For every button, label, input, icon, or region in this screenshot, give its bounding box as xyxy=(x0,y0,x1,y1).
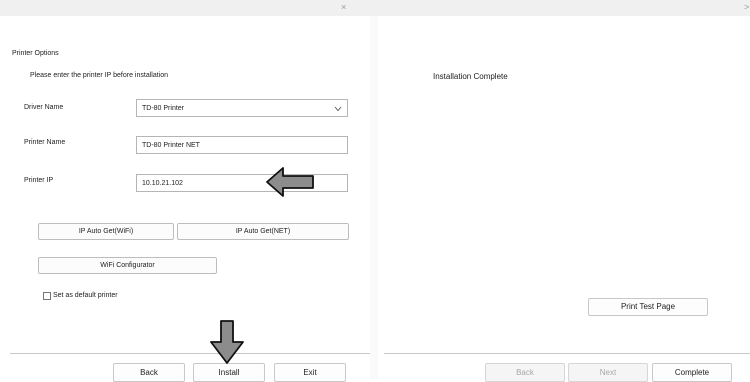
instruction-text: Please enter the printer IP before insta… xyxy=(30,72,169,79)
installation-status-text: Installation Complete xyxy=(433,72,508,81)
printer-ip-label: Printer IP xyxy=(24,177,54,184)
ip-auto-get-net-button[interactable]: IP Auto Get(NET) xyxy=(177,223,349,240)
driver-name-value: TD-80 Printer xyxy=(142,105,185,112)
printer-name-field[interactable]: TD-80 Printer NET xyxy=(136,136,348,154)
section-title: Printer Options xyxy=(12,50,59,57)
installation-complete-panel: Installation Complete Print Test Page Ba… xyxy=(378,16,750,382)
close-icon-right[interactable]: > xyxy=(744,2,749,12)
install-button[interactable]: Install xyxy=(193,363,265,382)
printer-name-value: TD-80 Printer NET xyxy=(142,142,200,149)
back-button[interactable]: Back xyxy=(113,363,185,382)
wifi-configurator-button[interactable]: WiFi Configurator xyxy=(38,257,217,274)
print-test-page-button[interactable]: Print Test Page xyxy=(588,298,708,316)
footer-divider-right xyxy=(384,353,750,354)
printer-ip-field[interactable]: 10.10.21.102 xyxy=(136,174,348,192)
printer-name-label: Printer Name xyxy=(24,139,66,146)
driver-name-label: Driver Name xyxy=(24,104,64,111)
default-printer-checkbox[interactable] xyxy=(43,292,51,300)
close-icon[interactable]: × xyxy=(341,2,346,12)
exit-button[interactable]: Exit xyxy=(274,363,346,382)
window-title-bar: × > xyxy=(0,0,750,16)
printer-ip-value: 10.10.21.102 xyxy=(142,180,183,187)
down-pointing-arrow-icon xyxy=(210,320,244,364)
footer-divider xyxy=(10,353,370,354)
default-printer-label: Set as default printer xyxy=(53,292,118,299)
complete-button[interactable]: Complete xyxy=(652,363,732,382)
driver-name-select[interactable]: TD-80 Printer xyxy=(136,99,348,117)
ip-auto-get-wifi-button[interactable]: IP Auto Get(WiFi) xyxy=(38,223,174,240)
back-button-disabled[interactable]: Back xyxy=(485,363,565,382)
panel-separator xyxy=(370,16,378,379)
chevron-down-icon xyxy=(334,106,342,112)
next-button-disabled[interactable]: Next xyxy=(568,363,648,382)
left-pointing-arrow-icon xyxy=(266,167,314,197)
